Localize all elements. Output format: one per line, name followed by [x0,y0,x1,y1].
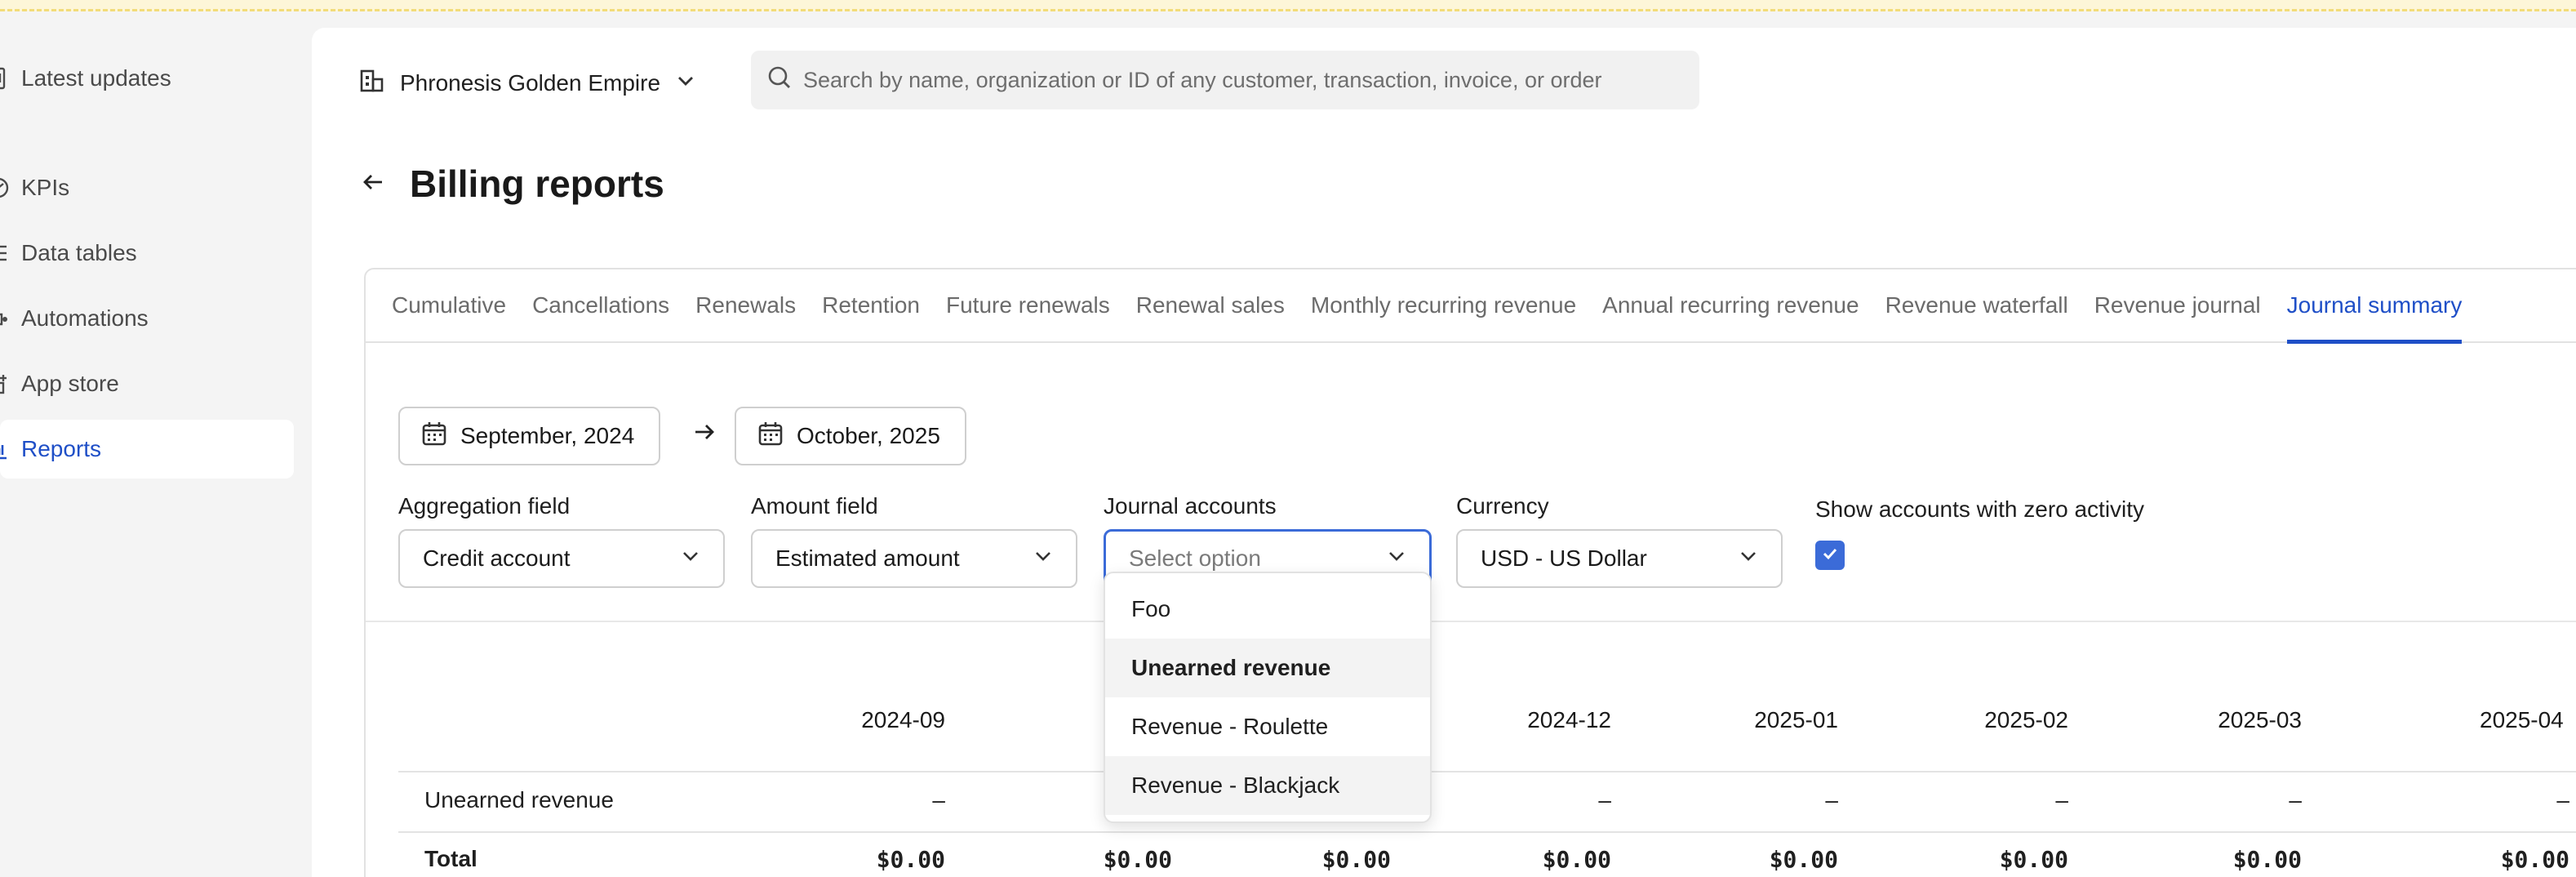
zero-activity-checkbox[interactable] [1815,541,1845,570]
dropdown-option-unearned-revenue[interactable]: Unearned revenue [1105,639,1430,697]
journal-accounts-dropdown: Foo Unearned revenue Revenue - Roulette … [1104,572,1432,823]
row-divider [398,831,2576,833]
table-cell-total: $0.00 [2232,846,2302,873]
sidebar-item-latest-updates[interactable]: Latest updates [0,49,294,108]
checkmark-icon [1820,544,1840,568]
dropdown-option-revenue-blackjack[interactable]: Revenue - Blackjack [1105,756,1430,815]
search-icon [767,65,792,96]
table-cell: – [1825,787,1838,812]
column-header-2025-01: 2025-01 [1754,707,1838,732]
app-store-icon [0,372,11,396]
row-divider [398,771,2576,772]
sidebar-item-label: App store [21,371,119,396]
org-switcher[interactable]: Phronesis Golden Empire [359,60,696,106]
table-cell: – [2556,787,2569,812]
table-cell-total: $0.00 [1542,846,1611,873]
sidebar: Latest updates KPIs Data tables Automati… [0,11,312,877]
tab-revenue-journal[interactable]: Revenue journal [2094,269,2261,342]
list-icon [0,241,11,265]
table-cell-total: $0.00 [1999,846,2068,873]
tab-revenue-waterfall[interactable]: Revenue waterfall [1885,269,2068,342]
filters-divider [366,621,2576,622]
tab-monthly-recurring-revenue[interactable]: Monthly recurring revenue [1311,269,1576,342]
report-card: Cumulative Cancellations Renewals Retent… [364,268,2576,877]
aggregation-field-label: Aggregation field [398,493,571,519]
column-header-2024-09: 2024-09 [861,707,945,732]
chevron-down-icon [1739,545,1758,572]
sidebar-item-label: Latest updates [21,65,171,91]
table-cell: – [2055,787,2068,812]
chevron-down-icon [1033,545,1053,572]
currency-value: USD - US Dollar [1481,545,1647,571]
amount-field-value: Estimated amount [775,545,960,571]
search-placeholder: Search by name, organization or ID of an… [803,67,1602,92]
top-warning-strip [0,0,2576,11]
tab-journal-summary[interactable]: Journal summary [2286,269,2462,344]
tab-future-renewals[interactable]: Future renewals [946,269,1110,342]
updates-icon [0,66,11,91]
sidebar-item-label: Automations [21,305,149,331]
end-date-button[interactable]: October, 2025 [735,407,966,465]
aggregation-field-select[interactable]: Credit account [398,529,725,588]
calendar-icon [757,421,784,452]
org-name: Phronesis Golden Empire [400,70,661,96]
sidebar-item-label: Reports [21,436,102,461]
amount-field-select[interactable]: Estimated amount [751,529,1077,588]
page-title: Billing reports [410,162,664,205]
start-date-value: September, 2024 [460,423,635,448]
back-arrow-icon[interactable] [361,170,385,198]
chevron-down-icon [681,545,700,572]
table-cell-total: $0.00 [1321,846,1391,873]
table-cell: – [2289,787,2302,812]
tab-renewals[interactable]: Renewals [695,269,796,342]
column-header-2025-04: 2025-04 [2480,707,2564,732]
chevron-down-icon [675,70,696,97]
building-icon [359,68,385,100]
tab-retention[interactable]: Retention [822,269,920,342]
main-content: Phronesis Golden Empire Search by name, … [312,28,2576,877]
column-header-2024-12: 2024-12 [1527,707,1611,732]
sidebar-item-automations[interactable]: Automations [0,289,294,348]
sidebar-item-app-store[interactable]: App store [0,354,294,413]
sidebar-item-data-tables[interactable]: Data tables [0,224,294,283]
currency-label: Currency [1456,493,1549,519]
row-label-unearned-revenue: Unearned revenue [424,787,614,812]
row-label-total: Total [424,846,477,871]
table-cell-total: $0.00 [2500,846,2569,873]
table-cell-total: $0.00 [1769,846,1838,873]
zero-activity-label: Show accounts with zero activity [1815,496,2145,522]
aggregation-field-value: Credit account [423,545,571,571]
journal-accounts-label: Journal accounts [1104,493,1277,519]
column-header-2025-03: 2025-03 [2218,707,2302,732]
end-date-value: October, 2025 [797,423,940,448]
table-cell-total: $0.00 [1103,846,1172,873]
report-tabs: Cumulative Cancellations Renewals Retent… [366,269,2576,344]
search-input[interactable]: Search by name, organization or ID of an… [751,51,1699,109]
tab-cancellations[interactable]: Cancellations [532,269,669,342]
chevron-down-icon [1387,545,1406,572]
dropdown-option-foo[interactable]: Foo [1105,580,1430,639]
tab-cumulative[interactable]: Cumulative [392,269,506,342]
automation-icon [0,306,11,331]
sidebar-item-label: Data tables [21,240,137,265]
journal-accounts-placeholder: Select option [1129,545,1261,571]
kpi-gauge-icon [0,176,11,200]
tab-annual-recurring-revenue[interactable]: Annual recurring revenue [1602,269,1859,342]
table-cell-total: $0.00 [876,846,945,873]
page-header: Billing reports [361,162,664,206]
sidebar-item-kpis[interactable]: KPIs [0,158,294,217]
tab-renewal-sales[interactable]: Renewal sales [1136,269,1285,342]
currency-select[interactable]: USD - US Dollar [1456,529,1783,588]
reports-chart-icon [0,437,11,461]
table-cell: – [932,787,945,812]
column-header-2025-02: 2025-02 [1984,707,2068,732]
table-cell: – [1598,787,1611,812]
calendar-icon [421,421,447,452]
amount-field-label: Amount field [751,493,878,519]
arrow-right-icon [692,420,717,448]
sidebar-item-label: KPIs [21,175,70,200]
sidebar-item-reports[interactable]: Reports [0,420,294,479]
start-date-button[interactable]: September, 2024 [398,407,661,465]
dropdown-option-revenue-roulette[interactable]: Revenue - Roulette [1105,697,1430,756]
